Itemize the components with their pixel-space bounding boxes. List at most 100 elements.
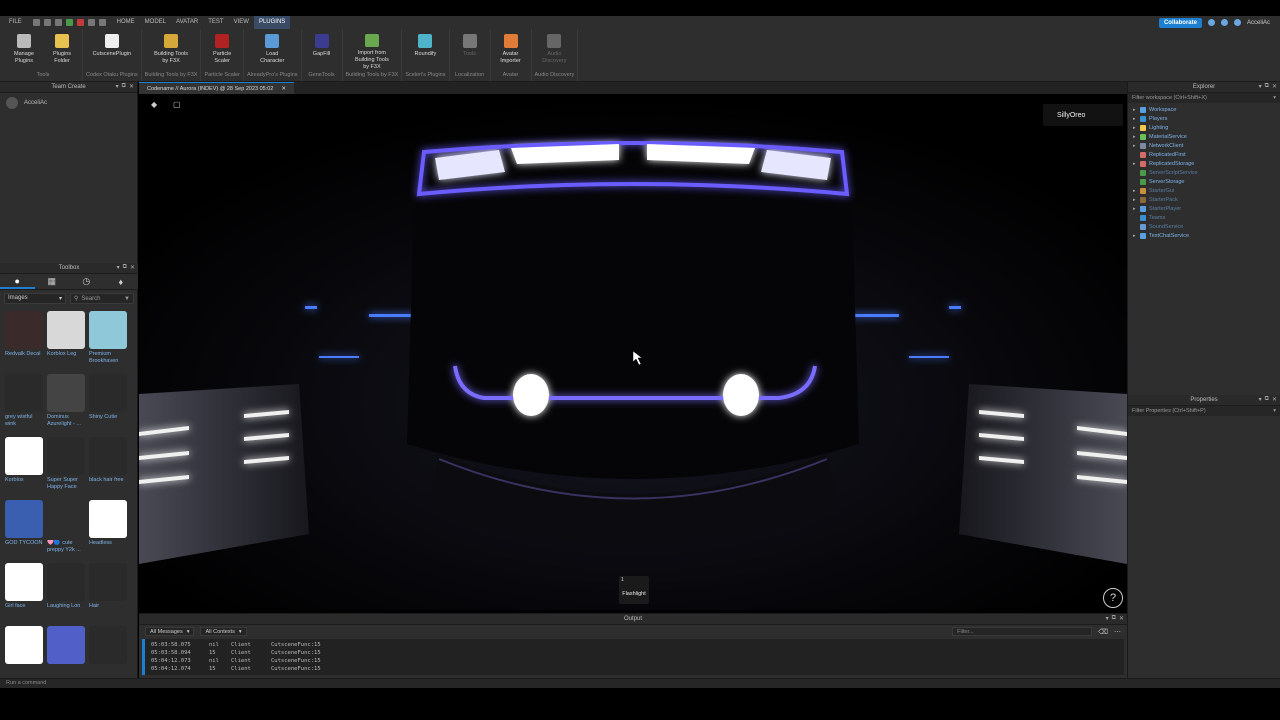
explorer-item[interactable]: ▸ StarterPlayer xyxy=(1133,204,1280,213)
properties-filter-input[interactable]: Filter Properties (Ctrl+Shift+P) ▾ xyxy=(1128,406,1280,416)
explorer-item[interactable]: ▸ StarterPack xyxy=(1133,195,1280,204)
tab-marketplace[interactable]: ▦ xyxy=(35,274,70,289)
panel-close-icon[interactable]: ✕ xyxy=(129,83,134,90)
open-file-icon[interactable] xyxy=(43,19,51,26)
chat-icon[interactable]: ▢ xyxy=(173,100,181,109)
username[interactable]: AcceliAc xyxy=(1247,20,1270,26)
redo-icon[interactable] xyxy=(98,19,106,26)
toolbox-item[interactable]: Shiny Cutie xyxy=(89,374,129,434)
expand-arrow-icon[interactable]: ▸ xyxy=(1133,197,1140,203)
undo-icon[interactable] xyxy=(87,19,95,26)
menu-file[interactable]: FILE xyxy=(4,16,27,29)
expand-arrow-icon[interactable]: ▸ xyxy=(1133,116,1140,122)
collaborate-button[interactable]: Collaborate xyxy=(1158,17,1202,28)
toolbox-item[interactable]: grey wistful wink xyxy=(5,374,45,434)
more-options-icon[interactable]: ⋯ xyxy=(1114,628,1121,636)
toolbox-item[interactable]: Headless xyxy=(89,500,129,560)
toolbox-item[interactable]: Korblox xyxy=(5,437,45,497)
new-file-icon[interactable] xyxy=(32,19,40,26)
toolbox-item[interactable] xyxy=(89,626,129,686)
ribbon-button[interactable]: Import from Building Tools by F3X xyxy=(355,29,389,71)
toolbox-item[interactable]: GOD TYCOON xyxy=(5,500,45,560)
ribbon-button[interactable]: Audio Discovery xyxy=(537,29,571,71)
toolbox-item[interactable]: black hair free xyxy=(89,437,129,497)
explorer-item[interactable]: ReplicatedFirst xyxy=(1133,150,1280,159)
explorer-item[interactable]: SoundService xyxy=(1133,222,1280,231)
toolbox-item[interactable] xyxy=(47,626,87,686)
ribbon-button[interactable]: GapFill xyxy=(305,29,339,71)
explorer-item[interactable]: ServerStorage xyxy=(1133,177,1280,186)
cloud-icon[interactable] xyxy=(1233,19,1241,26)
hotbar-slot[interactable]: 1 Flashlight xyxy=(619,576,649,604)
contexts-select[interactable]: All Contexts ▾ xyxy=(200,627,247,636)
filter-icon[interactable]: ▼ xyxy=(124,296,130,302)
explorer-item[interactable]: ▸ Lighting xyxy=(1133,123,1280,132)
explorer-item[interactable]: ▸ TextChatService xyxy=(1133,231,1280,240)
explorer-filter-input[interactable]: Filter workspace (Ctrl+Shift+X) ▾ xyxy=(1128,93,1280,103)
toolbox-item[interactable] xyxy=(5,626,45,686)
tab-recent[interactable]: ◷ xyxy=(69,274,104,289)
tab-creations[interactable]: ♦ xyxy=(104,274,139,289)
ribbon-button[interactable]: Particle Scaler xyxy=(205,29,239,71)
panel-float-icon[interactable]: ⧉ xyxy=(1265,396,1269,403)
roblox-logo-icon[interactable]: ◆ xyxy=(151,100,157,109)
toolbox-item[interactable]: Korblox Leg xyxy=(47,311,87,371)
share-icon[interactable] xyxy=(1220,19,1228,26)
panel-menu-icon[interactable]: ▾ xyxy=(116,83,119,90)
stop-icon[interactable] xyxy=(76,19,84,26)
expand-arrow-icon[interactable]: ▸ xyxy=(1133,206,1140,212)
play-icon[interactable] xyxy=(65,19,73,26)
panel-menu-icon[interactable]: ▾ xyxy=(117,264,120,271)
expand-arrow-icon[interactable]: ▸ xyxy=(1133,143,1140,149)
help-icon[interactable] xyxy=(1207,19,1215,26)
ribbon-button[interactable]: Building Tools by F3X xyxy=(154,29,188,71)
explorer-item[interactable]: ▸ StarterGui xyxy=(1133,186,1280,195)
explorer-item[interactable]: Teams xyxy=(1133,213,1280,222)
expand-arrow-icon[interactable]: ▸ xyxy=(1133,107,1140,113)
toolbox-item[interactable]: 🩷🔵 cute preppy Y2k ... xyxy=(47,500,87,560)
game-viewport[interactable]: Codename // Aurora (INDEV) @ 28 Sep 2023… xyxy=(139,82,1127,610)
menu-home[interactable]: HOME xyxy=(112,16,140,29)
explorer-item[interactable]: ▸ ReplicatedStorage xyxy=(1133,159,1280,168)
tab-inventory[interactable]: ● xyxy=(0,274,35,289)
explorer-item[interactable]: ▸ Players xyxy=(1133,114,1280,123)
ribbon-button[interactable]: Plugins Folder xyxy=(45,29,79,71)
toolbox-item[interactable]: Dominus Azurelight - ... xyxy=(47,374,87,434)
panel-close-icon[interactable]: ✕ xyxy=(1272,396,1277,403)
menu-model[interactable]: MODEL xyxy=(140,16,171,29)
menu-view[interactable]: VIEW xyxy=(229,16,254,29)
panel-float-icon[interactable]: ⧉ xyxy=(123,264,127,271)
toolbox-item[interactable]: Premium Brookhaven xyxy=(89,311,129,371)
expand-arrow-icon[interactable]: ▸ xyxy=(1133,125,1140,131)
ribbon-button[interactable]: Manage Plugins xyxy=(7,29,41,71)
ribbon-button[interactable]: Roundify xyxy=(408,29,442,71)
toolbox-item[interactable]: Redvalk Decal xyxy=(5,311,45,371)
ribbon-button[interactable]: Tools xyxy=(453,29,487,71)
expand-arrow-icon[interactable]: ▸ xyxy=(1133,188,1140,194)
ribbon-button[interactable]: Avatar Importer xyxy=(494,29,528,71)
menu-avatar[interactable]: AVATAR xyxy=(171,16,203,29)
player-list[interactable]: SillyOreo xyxy=(1043,104,1123,126)
panel-menu-icon[interactable]: ▾ xyxy=(1259,396,1262,403)
command-bar-input[interactable]: Run a command xyxy=(0,678,1280,688)
panel-float-icon[interactable]: ⧉ xyxy=(1265,83,1269,90)
explorer-item[interactable]: ▸ NetworkClient xyxy=(1133,141,1280,150)
document-tab[interactable]: Codename // Aurora (INDEV) @ 28 Sep 2023… xyxy=(139,82,294,94)
expand-arrow-icon[interactable]: ▸ xyxy=(1133,233,1140,239)
panel-close-icon[interactable]: ✕ xyxy=(1272,83,1277,90)
expand-arrow-icon[interactable]: ▸ xyxy=(1133,134,1140,140)
menu-test[interactable]: TEST xyxy=(203,16,228,29)
panel-menu-icon[interactable]: ▾ xyxy=(1106,615,1109,622)
toolbox-item[interactable]: Hair xyxy=(89,563,129,623)
close-icon[interactable]: ✕ xyxy=(281,86,286,92)
panel-menu-icon[interactable]: ▾ xyxy=(1259,83,1262,90)
help-button[interactable]: ? xyxy=(1103,588,1123,608)
explorer-item[interactable]: ▸ MaterialService xyxy=(1133,132,1280,141)
panel-float-icon[interactable]: ⧉ xyxy=(122,83,126,90)
toolbox-item[interactable]: Super Super Happy Face xyxy=(47,437,87,497)
category-select[interactable]: Images ▾ xyxy=(4,293,66,304)
panel-close-icon[interactable]: ✕ xyxy=(130,264,135,271)
ribbon-button[interactable]: CutscenePlugin xyxy=(93,29,131,71)
menu-plugins[interactable]: PLUGINS xyxy=(253,16,291,29)
explorer-item[interactable]: ▸ Workspace xyxy=(1133,105,1280,114)
